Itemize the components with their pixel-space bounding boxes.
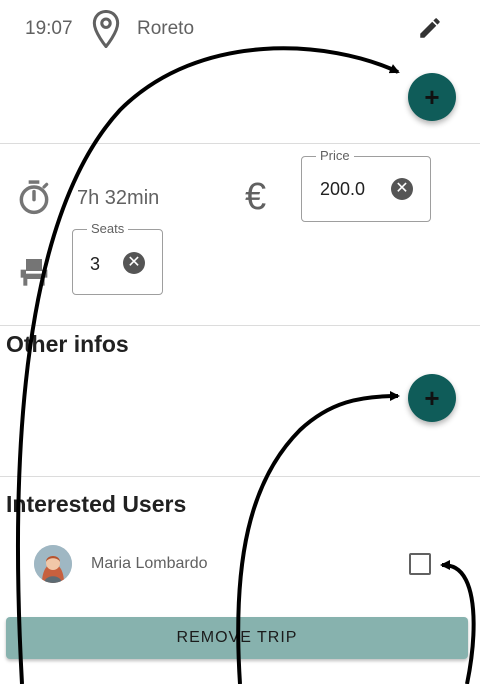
stop-location: Roreto	[137, 18, 195, 39]
seats-field[interactable]: Seats 3 ✕	[72, 221, 163, 295]
user-select-checkbox[interactable]	[409, 553, 431, 575]
divider	[0, 476, 480, 477]
clear-seats-icon[interactable]: ✕	[123, 252, 145, 274]
plus-icon: +	[424, 82, 440, 112]
user-name: Maria Lombardo	[91, 555, 208, 572]
seats-value[interactable]: 3	[90, 254, 100, 275]
plus-icon: +	[424, 383, 440, 413]
seats-label: Seats	[87, 221, 129, 236]
euro-icon: €	[245, 176, 267, 218]
clear-price-icon[interactable]: ✕	[391, 178, 413, 200]
seat-icon	[20, 259, 48, 286]
price-value[interactable]: 200.0	[320, 179, 365, 200]
remove-trip-button[interactable]: REMOVE TRIP	[6, 617, 468, 659]
trip-duration: 7h 32min	[77, 187, 160, 209]
other-infos-title: Other infos	[6, 331, 129, 357]
pencil-icon[interactable]	[417, 15, 443, 41]
divider	[0, 143, 480, 144]
price-field[interactable]: Price 200.0 ✕	[301, 148, 431, 222]
divider	[0, 325, 480, 326]
stop-time: 19:07	[25, 18, 73, 39]
map-pin-icon	[92, 10, 120, 48]
interested-users-title: Interested Users	[6, 491, 187, 517]
add-stop-button[interactable]: +	[408, 73, 456, 121]
stopwatch-icon	[19, 180, 49, 215]
add-info-button[interactable]: +	[408, 374, 456, 422]
avatar	[34, 545, 72, 583]
price-label: Price	[316, 148, 354, 163]
